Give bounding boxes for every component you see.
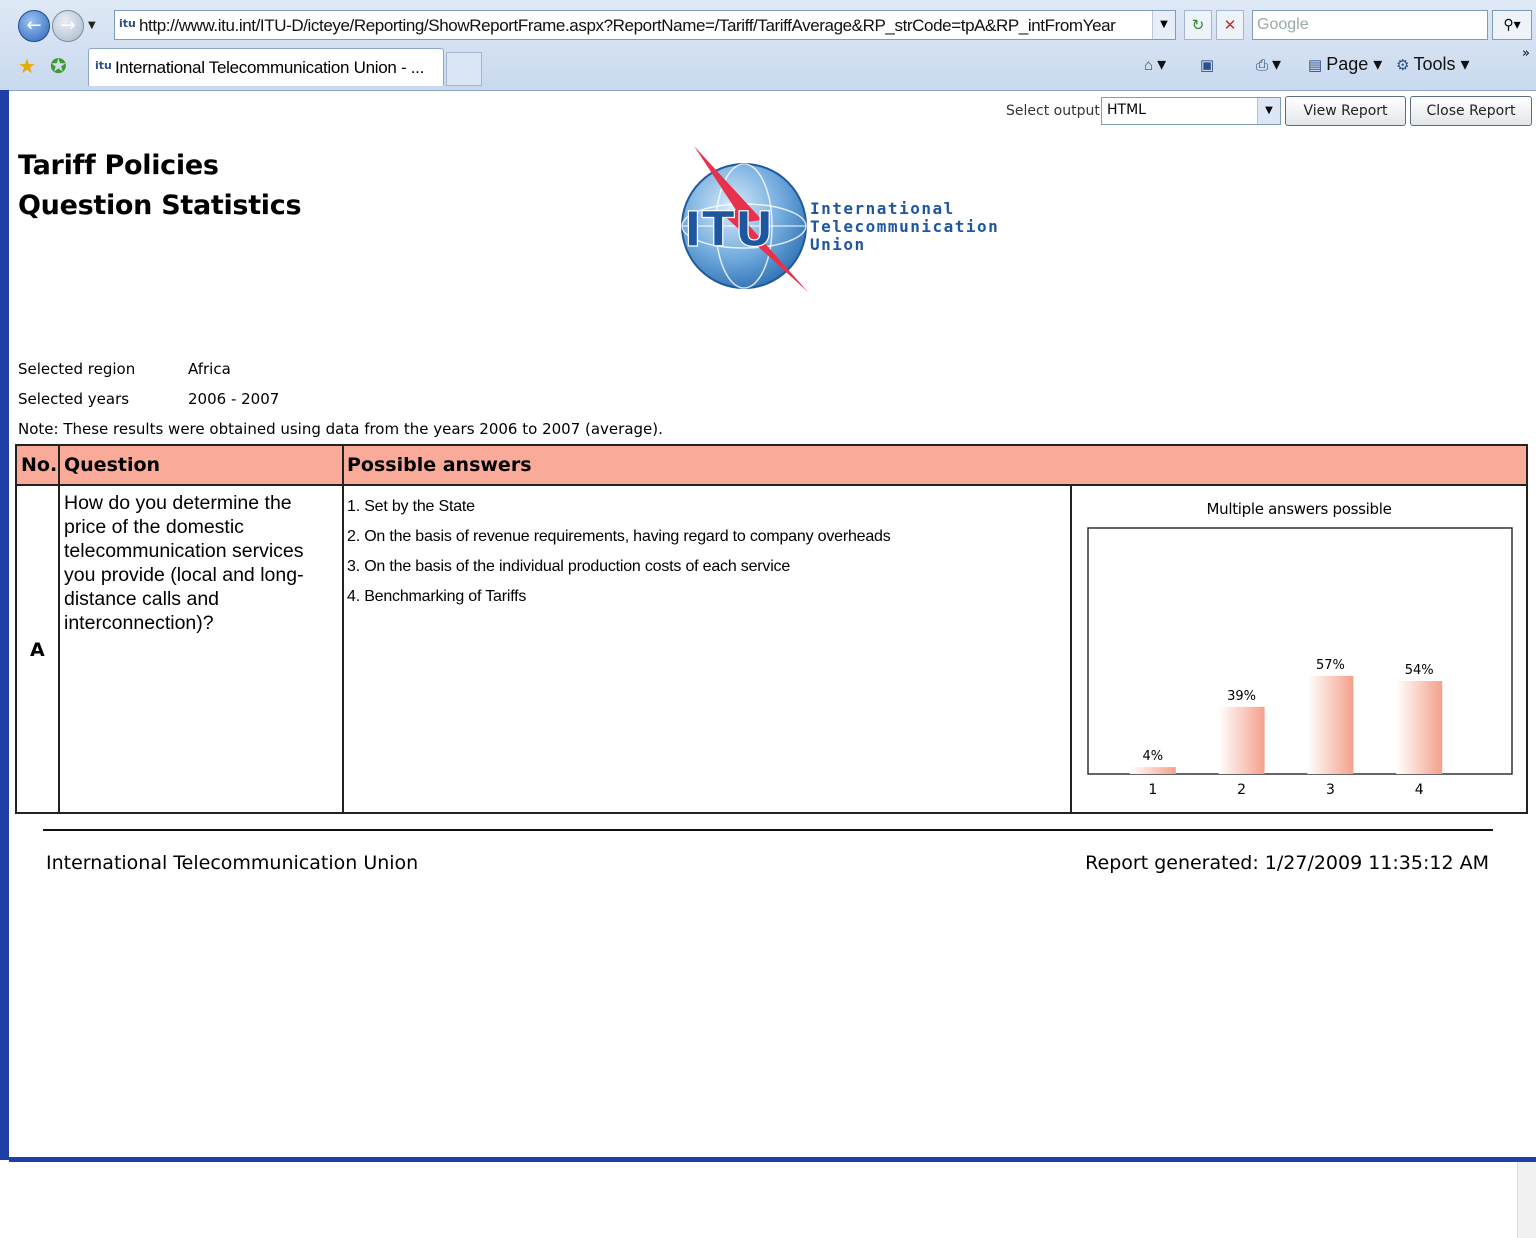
answer-item: 2. On the basis of revenue requirements,… [347,528,891,545]
frame-border [0,90,9,1160]
note-text: Note: These results were obtained using … [18,420,663,438]
lower-frame [9,1162,1536,1238]
column-divider [342,446,344,812]
chart-data-label: 39% [1227,689,1256,704]
chart-data-label: 57% [1316,658,1345,673]
itu-logo-line3: Union [810,235,866,254]
chart-tick-label: 3 [1326,782,1335,798]
col-header-answers: Possible answers [347,454,532,476]
page-subtitle: Question Statistics [18,190,302,221]
footer-divider [43,829,1493,831]
question-text: How do you determine the price of the do… [64,492,304,634]
history-dropdown-icon[interactable]: ▼ [88,20,96,31]
chart-cell: Multiple answers possible 4% 1 39% 2 57% 3 54%… [1072,486,1526,812]
search-input[interactable]: Google [1252,10,1488,40]
feeds-icon[interactable]: ▣ [1200,54,1218,75]
browser-toolbar: ← → ▼ itu http://www.itu.int/ITU-D/ictey… [0,0,1536,91]
plot-area [1087,527,1513,775]
itu-favicon-icon: itu [95,59,112,72]
footer-org: International Telecommunication Union [46,852,419,874]
chart-bar-3 [1307,675,1354,774]
chevron-more-icon[interactable]: » [1522,46,1530,61]
itu-logo: ITU International Telecommunication Unio… [676,140,1036,300]
print-icon[interactable]: ⎙ ▾ [1256,54,1281,75]
col-header-no: No. [21,454,58,476]
region-value: Africa [188,360,231,378]
column-divider [58,446,60,812]
statistics-table: No. Question Possible answers A How do y… [15,444,1528,814]
answer-item: 1. Set by the State [347,498,475,515]
chart-data-label: 4% [1142,749,1163,764]
chart-bar-2 [1218,706,1265,774]
years-value: 2006 - 2007 [188,390,280,408]
tab-itu[interactable]: itu International Telecommunication Unio… [88,48,444,86]
itu-logo-line1: International [810,199,955,218]
itu-logo-line2: Telecommunication [810,217,999,236]
chart-data-label: 54% [1405,663,1434,678]
row-number: A [30,639,45,661]
tools-menu[interactable]: ⚙ Tools ▾ [1396,54,1470,75]
output-format-value: HTML [1107,102,1146,118]
output-label: Select output [1006,103,1100,119]
scrollbar[interactable] [1517,1162,1536,1238]
new-tab-button[interactable] [446,52,482,86]
back-button[interactable]: ← [18,10,50,42]
answer-list: 1. Set by the State 2. On the basis of r… [347,492,1047,612]
search-icon[interactable]: ⚲▾ [1492,10,1532,40]
forward-button[interactable]: → [52,10,84,42]
refresh-button[interactable]: ↻ [1184,10,1212,40]
page-menu-label: Page [1326,54,1369,74]
report-timestamp: Report generated: 1/27/2009 11:35:12 AM [1085,852,1489,874]
answer-item: 3. On the basis of the individual produc… [347,558,791,575]
chart-tick-label: 4 [1415,782,1424,798]
add-favorites-icon[interactable]: ✪ [50,54,67,78]
itu-logo-short: ITU [684,202,774,258]
view-report-button[interactable]: View Report [1285,96,1406,126]
home-icon[interactable]: ⌂ ▾ [1144,54,1166,75]
tools-menu-label: Tools [1413,54,1456,74]
chart-bar-4 [1396,681,1443,774]
bar-chart: 4% 1 39% 2 57% 3 54% 4 [1087,527,1513,798]
address-dropdown-icon[interactable]: ▼ [1152,11,1175,39]
address-bar[interactable]: itu http://www.itu.int/ITU-D/icteye/Repo… [114,10,1176,40]
chevron-down-icon[interactable]: ▼ [1257,98,1280,124]
answer-item: 4. Benchmarking of Tariffs [347,588,527,605]
chart-bar-1 [1129,767,1176,774]
page-menu[interactable]: ▤ Page ▾ [1308,54,1382,75]
itu-favicon-icon: itu [119,17,136,30]
col-header-question: Question [64,454,161,476]
close-report-button[interactable]: Close Report [1410,96,1532,126]
favorites-star-icon[interactable]: ★ [18,54,36,78]
chart-tick-label: 1 [1148,782,1157,798]
output-format-select[interactable]: HTML ▼ [1101,97,1281,125]
chart-tick-label: 2 [1237,782,1246,798]
region-label: Selected region [18,360,136,378]
tab-title: International Telecommunication Union - … [115,58,425,77]
years-label: Selected years [18,390,130,408]
address-url[interactable]: http://www.itu.int/ITU-D/icteye/Reportin… [139,16,1149,36]
stop-button[interactable]: ✕ [1216,10,1244,40]
table-header-row: No. Question Possible answers [17,446,1526,486]
page-title: Tariff Policies [18,150,219,181]
